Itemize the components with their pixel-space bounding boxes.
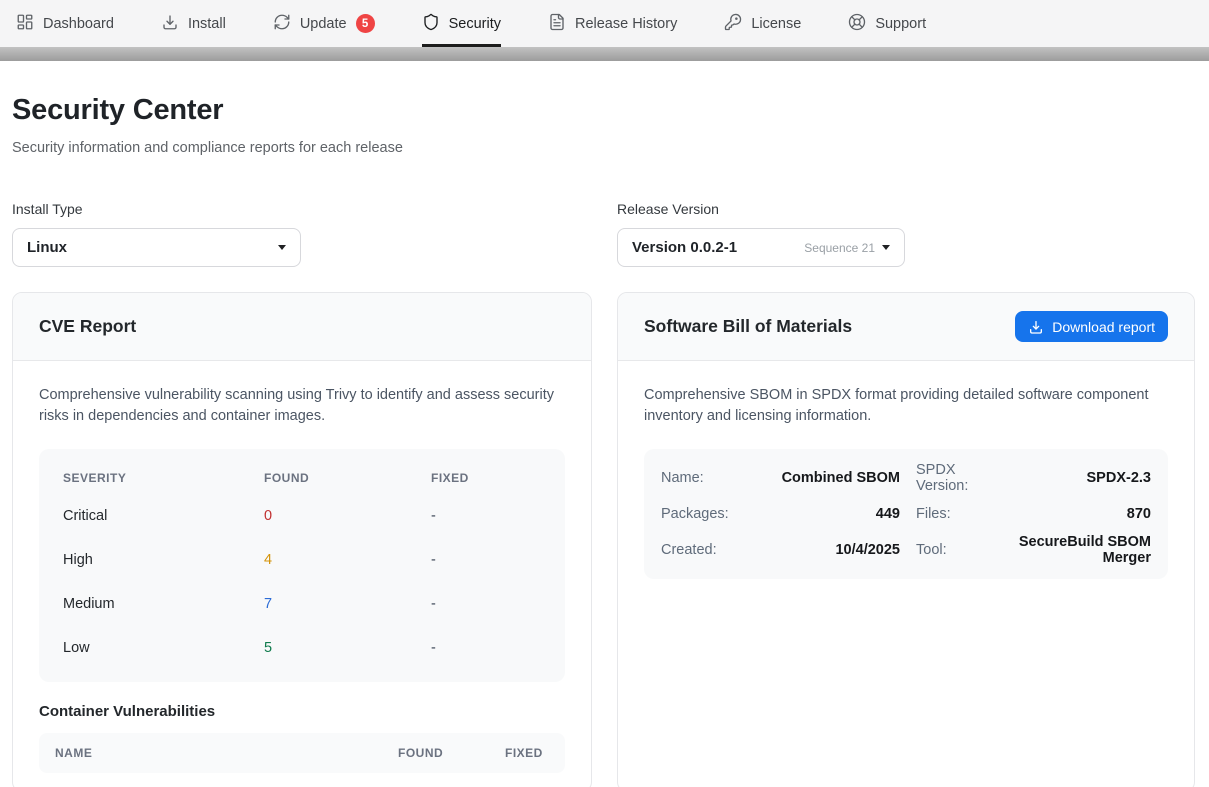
- cards-row: CVE Report Comprehensive vulnerability s…: [12, 292, 1195, 787]
- chevron-down-icon: [278, 245, 286, 250]
- release-version-filter: Release Version Version 0.0.2-1 Sequence…: [617, 201, 1195, 267]
- release-version-select[interactable]: Version 0.0.2-1 Sequence 21: [617, 228, 905, 267]
- sbom-card-title: Software Bill of Materials: [644, 316, 852, 337]
- cve-card-title: CVE Report: [39, 316, 136, 337]
- install-type-filter: Install Type Linux: [12, 201, 592, 267]
- release-version-label: Release Version: [617, 201, 1195, 217]
- found-value: 7: [264, 596, 431, 612]
- nav-item-license[interactable]: License: [724, 0, 801, 47]
- container-vulnerabilities-header: NAME FOUND FIXED: [39, 733, 565, 773]
- download-icon: [161, 13, 179, 35]
- sbom-field-value: SecureBuild SBOM Merger: [1010, 532, 1151, 568]
- sbom-field-value: 449: [749, 496, 900, 532]
- nav-label: Update: [300, 16, 347, 32]
- table-row: High 4 -: [39, 538, 565, 582]
- found-value: 5: [264, 640, 431, 656]
- update-count-badge: 5: [356, 14, 375, 33]
- table-row: Critical 0 -: [39, 494, 565, 538]
- severity-label: Low: [63, 640, 264, 656]
- download-icon: [1028, 319, 1044, 335]
- sbom-field-value: 10/4/2025: [749, 532, 900, 568]
- nav-item-update[interactable]: Update 5: [273, 0, 375, 47]
- download-report-label: Download report: [1052, 319, 1155, 335]
- filters-row: Install Type Linux Release Version Versi…: [12, 201, 1195, 267]
- lifebuoy-icon: [848, 13, 866, 35]
- sbom-field-value: SPDX-2.3: [1010, 460, 1151, 496]
- main-content: Security Center Security information and…: [0, 94, 1209, 787]
- sbom-field-value: Combined SBOM: [749, 460, 900, 496]
- severity-table: SEVERITY FOUND FIXED Critical 0 - High 4…: [39, 449, 565, 682]
- nav-label: License: [751, 16, 801, 32]
- severity-table-header: SEVERITY FOUND FIXED: [39, 462, 565, 494]
- file-text-icon: [548, 13, 566, 35]
- install-type-label: Install Type: [12, 201, 592, 217]
- page-subtitle: Security information and compliance repo…: [12, 140, 1195, 156]
- release-sequence-label: Sequence 21: [804, 241, 875, 255]
- grid-icon: [16, 13, 34, 35]
- severity-label: Critical: [63, 508, 264, 524]
- sbom-field-label: Files:: [900, 496, 1010, 532]
- download-report-button[interactable]: Download report: [1015, 311, 1168, 342]
- fixed-value: -: [431, 508, 541, 524]
- container-vulnerabilities-title: Container Vulnerabilities: [39, 703, 565, 720]
- cve-report-card: CVE Report Comprehensive vulnerability s…: [12, 292, 592, 787]
- page-title: Security Center: [12, 94, 1195, 127]
- nav-item-dashboard[interactable]: Dashboard: [16, 0, 114, 47]
- refresh-icon: [273, 13, 291, 35]
- severity-label: High: [63, 552, 264, 568]
- nav-label: Dashboard: [43, 16, 114, 32]
- sbom-field-label: Tool:: [900, 532, 1010, 568]
- sbom-card: Software Bill of Materials Download repo…: [617, 292, 1195, 787]
- sbom-field-label: SPDX Version:: [900, 460, 1010, 496]
- cve-card-body: Comprehensive vulnerability scanning usi…: [13, 361, 591, 787]
- sbom-info-grid: Name: Combined SBOM SPDX Version: SPDX-2…: [644, 449, 1168, 579]
- fixed-value: -: [431, 552, 541, 568]
- install-type-value: Linux: [27, 239, 271, 256]
- sbom-field-value: 870: [1010, 496, 1151, 532]
- install-type-select[interactable]: Linux: [12, 228, 301, 267]
- table-row: Medium 7 -: [39, 582, 565, 626]
- sbom-field-label: Name:: [661, 460, 749, 496]
- nav-item-install[interactable]: Install: [161, 0, 226, 47]
- nav-label: Release History: [575, 16, 677, 32]
- sbom-field-label: Packages:: [661, 496, 749, 532]
- name-col-header: NAME: [55, 746, 368, 760]
- found-value: 0: [264, 508, 431, 524]
- nav-label: Security: [449, 16, 501, 32]
- cve-card-header: CVE Report: [13, 293, 591, 361]
- cve-description: Comprehensive vulnerability scanning usi…: [39, 385, 565, 427]
- nav-item-support[interactable]: Support: [848, 0, 926, 47]
- severity-col-header: SEVERITY: [63, 471, 264, 485]
- nav-label: Install: [188, 16, 226, 32]
- sbom-field-label: Created:: [661, 532, 749, 568]
- found-col-header: FOUND: [398, 746, 475, 760]
- release-version-value: Version 0.0.2-1: [632, 239, 804, 256]
- fixed-col-header: FIXED: [431, 471, 541, 485]
- sbom-description: Comprehensive SBOM in SPDX format provid…: [644, 385, 1168, 427]
- key-icon: [724, 13, 742, 35]
- nav-item-release-history[interactable]: Release History: [548, 0, 677, 47]
- found-col-header: FOUND: [264, 471, 431, 485]
- sbom-card-body: Comprehensive SBOM in SPDX format provid…: [618, 361, 1194, 603]
- fixed-value: -: [431, 640, 541, 656]
- fixed-value: -: [431, 596, 541, 612]
- nav-scroll-shadow: [0, 47, 1209, 61]
- top-navigation: Dashboard Install Update 5 Security Rele…: [0, 0, 1209, 47]
- severity-label: Medium: [63, 596, 264, 612]
- sbom-card-header: Software Bill of Materials Download repo…: [618, 293, 1194, 361]
- chevron-down-icon: [882, 245, 890, 250]
- nav-label: Support: [875, 16, 926, 32]
- fixed-col-header: FIXED: [505, 746, 553, 760]
- shield-icon: [422, 13, 440, 35]
- found-value: 4: [264, 552, 431, 568]
- nav-item-security[interactable]: Security: [422, 0, 501, 47]
- table-row: Low 5 -: [39, 626, 565, 670]
